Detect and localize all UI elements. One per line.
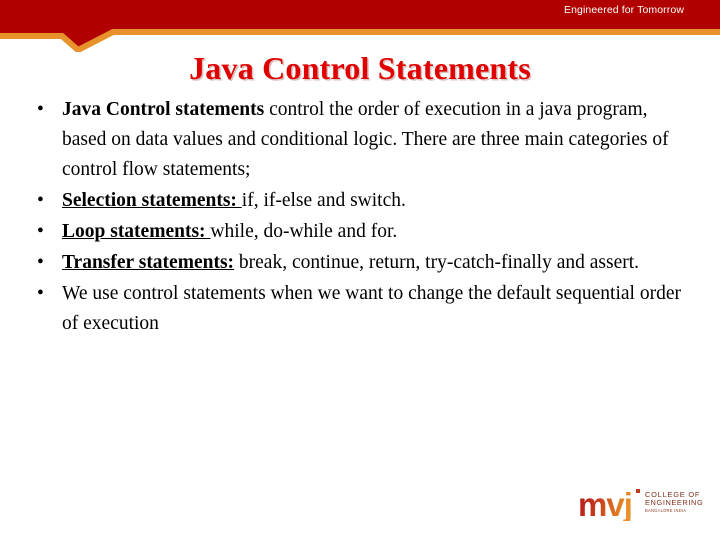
logo-wordmark: mvj — [578, 486, 633, 523]
list-item-text: Java Control statements control the orde… — [62, 95, 694, 185]
list-item-lead: Selection statements: — [62, 190, 242, 211]
list-item: • We use control statements when we want… — [22, 279, 694, 339]
logo-line-2: ENGINEERING — [645, 498, 704, 508]
list-item-text: Selection statements: if, if-else and sw… — [62, 186, 694, 216]
bullet-list: • Java Control statements control the or… — [22, 95, 694, 340]
list-item-lead: Java Control statements — [62, 99, 265, 120]
bullet-icon: • — [37, 252, 44, 273]
logo-dot-icon — [636, 489, 640, 493]
logo-line-3: BANGALORE INDIA — [645, 508, 687, 514]
bullet-icon: • — [37, 221, 44, 242]
list-item: • Java Control statements control the or… — [22, 95, 694, 185]
list-item: • Selection statements: if, if-else and … — [22, 186, 694, 216]
header-banner: Engineered for Tomorrow — [0, 0, 720, 52]
list-item-lead: Transfer statements: — [62, 252, 235, 273]
list-item-text: Loop statements: while, do-while and for… — [62, 217, 694, 247]
list-item-rest: while, do-while and for. — [210, 221, 398, 242]
bullet-icon: • — [37, 283, 44, 304]
list-item-lead: Loop statements: — [62, 221, 211, 242]
mvj-logo: mvj COLLEGE OF ENGINEERING BANGALORE IND… — [578, 486, 710, 530]
list-item-rest: We use control statements when we want t… — [62, 283, 681, 334]
list-item: • Loop statements: while, do-while and f… — [22, 217, 694, 247]
bullet-icon: • — [37, 190, 44, 211]
tagline: Engineered for Tomorrow — [564, 4, 684, 16]
list-item-rest: break, continue, return, try-catch-final… — [234, 252, 640, 273]
list-item: • Transfer statements: break, continue, … — [22, 248, 694, 278]
slide: Engineered for Tomorrow Java Control Sta… — [0, 0, 720, 540]
list-item-rest: if, if-else and switch. — [241, 190, 406, 211]
list-item-text: Transfer statements: break, continue, re… — [62, 248, 694, 278]
logo-institution-text: COLLEGE OF ENGINEERING BANGALORE INDIA — [645, 490, 709, 514]
list-item-text: We use control statements when we want t… — [62, 279, 694, 339]
page-title: Java Control Statements — [189, 50, 531, 86]
bullet-icon: • — [37, 99, 44, 120]
